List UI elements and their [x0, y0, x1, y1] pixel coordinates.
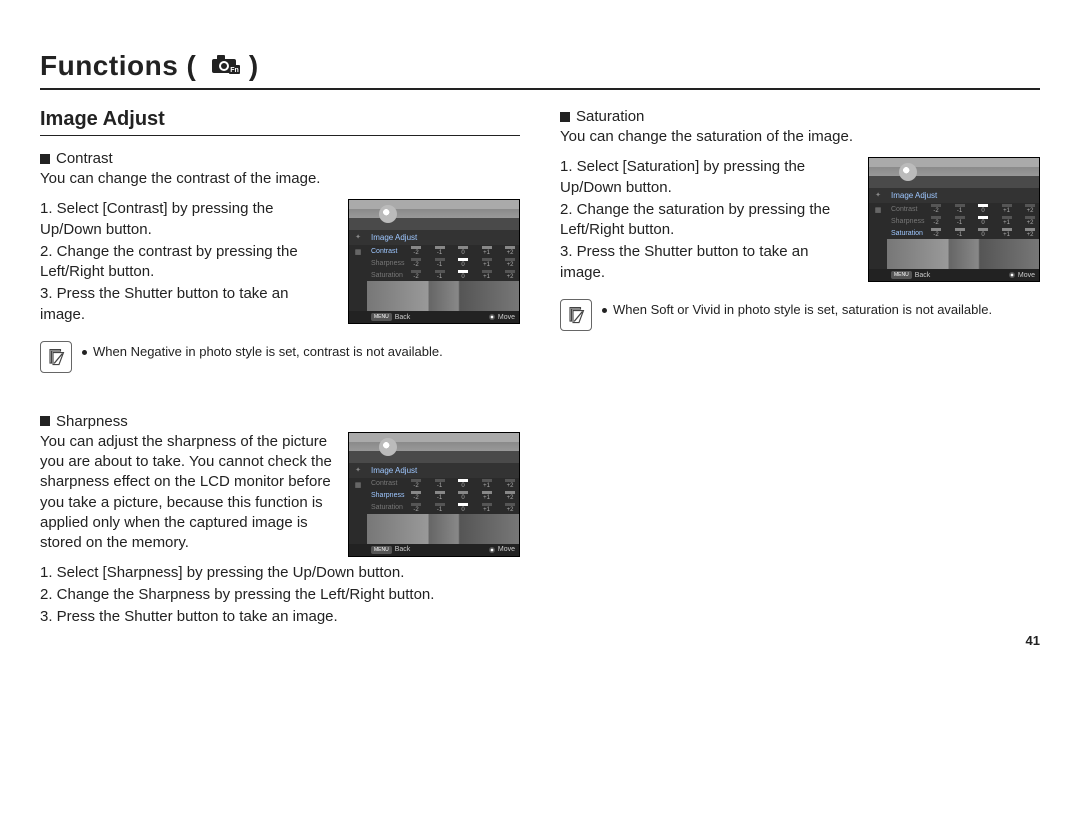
camera-fn-icon: Fn — [211, 53, 241, 75]
contrast-desc: You can change the contrast of the image… — [40, 169, 520, 189]
contrast-step-3: 3. Press the Shutter button to take an i… — [40, 284, 334, 325]
contrast-note: When Negative in photo style is set, con… — [82, 341, 443, 361]
contrast-section: Contrast You can change the contrast of … — [40, 150, 520, 373]
right-column: Saturation You can change the saturation… — [560, 108, 1040, 638]
lcd-screenshot-sharpness: ▣◷✦▦ Image Adjust Contrast-2-10+1+2 Shar… — [348, 432, 520, 557]
saturation-step-1: 1. Select [Saturation] by pressing the U… — [560, 157, 854, 198]
sharpness-step-2: 2. Change the Sharpness by pressing the … — [40, 585, 520, 605]
sharpness-section: Sharpness You can adjust the sharpness o… — [40, 413, 520, 628]
saturation-note: When Soft or Vivid in photo style is set… — [602, 299, 992, 319]
saturation-section: Saturation You can change the saturation… — [560, 108, 1040, 331]
saturation-step-3: 3. Press the Shutter button to take an i… — [560, 242, 854, 283]
sharpness-step-3: 3. Press the Shutter button to take an i… — [40, 607, 520, 627]
lcd-screenshot-contrast: ▣◷✦▦ Image Adjust Contrast-2-10+1+2 Shar… — [348, 199, 520, 324]
sharpness-step-1: 1. Select [Sharpness] by pressing the Up… — [40, 563, 520, 583]
svg-text:Fn: Fn — [230, 67, 239, 74]
contrast-step-2: 2. Change the contrast by pressing the L… — [40, 242, 334, 283]
saturation-label: Saturation — [576, 108, 644, 125]
page-title-row: Functions ( Fn ) — [40, 50, 1040, 90]
note-icon — [40, 341, 72, 373]
note-icon — [560, 299, 592, 331]
square-bullet-icon — [560, 112, 570, 122]
saturation-desc: You can change the saturation of the ima… — [560, 127, 1040, 147]
left-column: Image Adjust Contrast You can change the… — [40, 108, 520, 638]
lcd-screenshot-saturation: ▣◷✦▦ Image Adjust Contrast-2-10+1+2 Shar… — [868, 157, 1040, 282]
square-bullet-icon — [40, 154, 50, 164]
sharpness-desc: You can adjust the sharpness of the pict… — [40, 432, 334, 554]
page-title: Functions — [40, 50, 178, 82]
sharpness-label: Sharpness — [56, 413, 128, 430]
contrast-label: Contrast — [56, 150, 113, 167]
paren-close: ) — [241, 50, 259, 82]
square-bullet-icon — [40, 416, 50, 426]
paren-open: ( — [178, 50, 204, 82]
lcd-header: Image Adjust — [349, 230, 519, 245]
contrast-step-1: 1. Select [Contrast] by pressing the Up/… — [40, 199, 334, 240]
saturation-step-2: 2. Change the saturation by pressing the… — [560, 200, 854, 241]
page-number: 41 — [1026, 633, 1040, 648]
section-heading: Image Adjust — [40, 108, 520, 136]
